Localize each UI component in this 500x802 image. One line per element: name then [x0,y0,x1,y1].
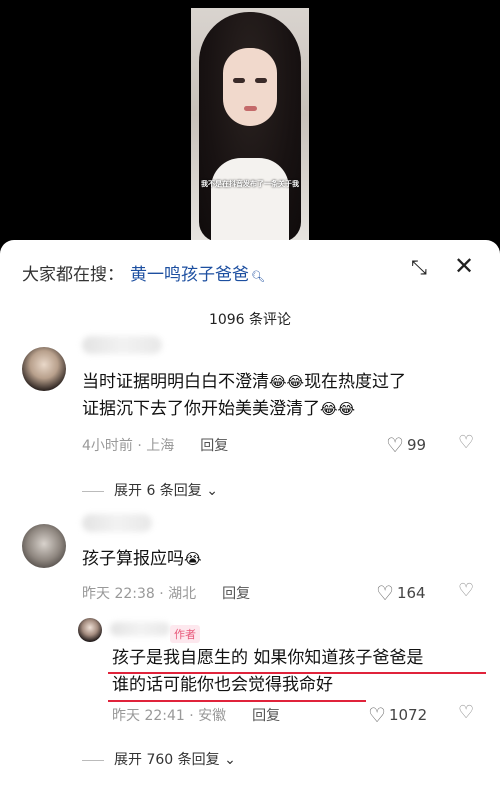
blurred-username [82,336,162,354]
like-count: 99 [406,436,427,454]
eye-right [255,78,267,83]
author-tag: 作者 [170,625,200,643]
heart-icon: ♡ [368,703,386,727]
comment-meta: 4小时前 · 上海 回复 [82,438,229,454]
red-underline [108,672,486,674]
like-count: 1072 [388,706,428,724]
chevron-down-icon: ⌄ [224,752,236,768]
chevron-down-icon: ⌄ [206,483,218,499]
author-avatar[interactable] [78,618,102,642]
heart-icon: ♡ [386,433,404,457]
dress-shape [211,158,289,245]
search-suggestion[interactable]: 大家都在搜： 黄一鸣孩子爸爸 🔍︎ [22,260,265,285]
reply-button[interactable]: 回复 [252,708,280,724]
reply-button[interactable]: 回复 [200,438,228,454]
video-subtitle: 我不是在抖音发布了一条关于我 [201,180,299,188]
comment-text: 孩子算报应吗😭 [82,549,202,569]
comment-count: 1096 条评论 [208,312,292,328]
blurred-username [110,622,170,636]
shrink-icon[interactable]: ⤡ [408,256,430,278]
face-shape [223,48,277,126]
expand-replies[interactable]: 展开 760 条回复 ⌄ [82,749,236,769]
like-button[interactable]: ♡ 164 [376,581,426,605]
red-underline [108,700,366,702]
video-area[interactable]: 我不是在抖音发布了一条关于我 [0,0,500,245]
comment-text: 当时证据明明白白不澄清😂😂现在热度过了 证据沉下去了你开始美美澄清了😂😂 [82,372,407,419]
lips [244,106,257,111]
close-icon[interactable]: ✕ [452,254,476,278]
crying-emoji: 😭 [184,550,202,568]
laugh-cry-emoji: 😂😂 [269,373,305,391]
laugh-cry-emoji: 😂😂 [320,400,356,418]
video-thumbnail[interactable]: 我不是在抖音发布了一条关于我 [191,8,309,245]
comment-meta: 昨天 22:38 · 湖北 回复 [82,586,251,602]
dislike-icon[interactable]: ♡ [458,432,474,453]
search-icon: 🔍︎ [251,270,265,283]
search-prefix: 大家都在搜： [22,265,124,285]
blurred-username [82,514,152,532]
avatar[interactable] [22,347,66,391]
comment-sheet: 大家都在搜： 黄一鸣孩子爸爸 🔍︎ ⤡ ✕ 1096 条评论 当时证据明明白白不澄清… [0,240,500,802]
dislike-icon[interactable]: ♡ [458,702,474,723]
heart-icon: ♡ [376,581,394,605]
reply-meta: 昨天 22:41 · 安徽 回复 [112,708,281,724]
like-button[interactable]: ♡ 99 [386,433,426,457]
avatar[interactable] [22,524,66,568]
eye-left [233,78,245,83]
search-query-link[interactable]: 黄一鸣孩子爸爸 [130,265,249,285]
divider-dash [82,759,104,761]
expand-replies[interactable]: 展开 6 条回复 ⌄ [82,480,218,500]
like-count: 164 [396,584,426,602]
reply-button[interactable]: 回复 [222,586,250,602]
like-button[interactable]: ♡ 1072 [368,703,427,727]
divider-dash [82,490,104,492]
dislike-icon[interactable]: ♡ [458,580,474,601]
